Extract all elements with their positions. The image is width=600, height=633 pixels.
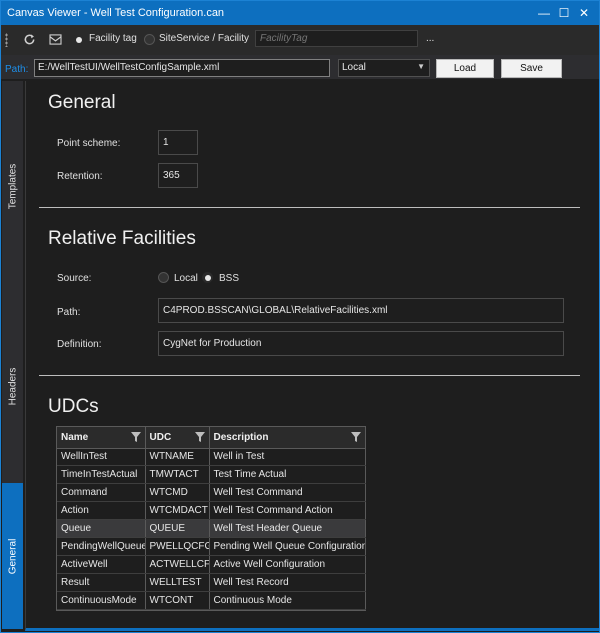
column-header-name[interactable]: Name bbox=[57, 427, 146, 449]
cell-name[interactable]: WellInTest bbox=[57, 448, 146, 467]
cell-description[interactable]: Continuous Mode bbox=[209, 591, 366, 610]
general-heading: General bbox=[48, 92, 116, 113]
column-header-udc-label: UDC bbox=[149, 431, 172, 443]
browse-ellipsis-button[interactable]: ... bbox=[426, 33, 434, 44]
source-bss-radio[interactable] bbox=[202, 272, 213, 283]
cell-name[interactable]: Queue bbox=[57, 519, 146, 538]
cell-description[interactable]: Well in Test bbox=[209, 448, 366, 467]
cell-description[interactable]: Well Test Header Queue bbox=[209, 519, 366, 538]
tab-templates[interactable]: Templates bbox=[2, 101, 23, 271]
maximize-button[interactable]: ☐ bbox=[555, 1, 573, 25]
cell-description[interactable]: Test Time Actual bbox=[209, 465, 366, 485]
definition-input[interactable]: CygNet for Production bbox=[158, 331, 564, 356]
cell-name[interactable]: Action bbox=[57, 501, 146, 521]
tab-templates-label: Templates bbox=[7, 163, 19, 209]
source-local-radio[interactable] bbox=[158, 272, 169, 283]
table-row[interactable]: WellInTest WTNAME Well in Test bbox=[57, 448, 366, 467]
siteservice-radio[interactable] bbox=[144, 34, 155, 45]
point-scheme-input[interactable]: 1 bbox=[158, 130, 198, 155]
siteservice-label: SiteService / Facility bbox=[159, 33, 250, 44]
column-header-description-label: Description bbox=[213, 431, 269, 443]
section-divider bbox=[39, 375, 580, 376]
cell-udc[interactable]: WTNAME bbox=[145, 448, 210, 467]
table-row[interactable]: ActiveWell ACTWELLCFG Active Well Config… bbox=[57, 555, 366, 574]
table-row[interactable]: Result WELLTEST Well Test Record bbox=[57, 573, 366, 592]
column-header-udc[interactable]: UDC bbox=[145, 427, 210, 449]
facility-tag-label: Facility tag bbox=[89, 33, 137, 44]
window-title: Canvas Viewer - Well Test Configuration.… bbox=[7, 7, 225, 19]
save-button[interactable]: Save bbox=[501, 59, 562, 78]
source-label: Source: bbox=[57, 273, 92, 284]
udc-grid: Name UDC Description WellInTest WTNAME W… bbox=[56, 426, 366, 611]
app-window: Canvas Viewer - Well Test Configuration.… bbox=[0, 0, 600, 633]
cell-description[interactable]: Well Test Record bbox=[209, 573, 366, 592]
column-header-name-label: Name bbox=[61, 431, 89, 443]
table-row[interactable]: Action WTCMDACT Well Test Command Action bbox=[57, 501, 366, 521]
source-bss-label: BSS bbox=[219, 273, 240, 284]
cell-name[interactable]: TimeInTestActual bbox=[57, 465, 146, 485]
table-row[interactable]: ContinuousMode WTCONT Continuous Mode bbox=[57, 591, 366, 610]
facility-tag-input[interactable] bbox=[255, 30, 418, 47]
cell-udc[interactable]: WTCMDACT bbox=[145, 501, 210, 521]
envelope-icon[interactable] bbox=[47, 31, 63, 47]
location-value: Local bbox=[342, 62, 366, 73]
cell-description[interactable]: Pending Well Queue Configuration bbox=[209, 537, 366, 556]
cell-name[interactable]: Command bbox=[57, 483, 146, 503]
cell-udc[interactable]: QUEUE bbox=[145, 519, 210, 538]
tab-headers[interactable]: Headers bbox=[2, 301, 23, 471]
cell-udc[interactable]: WTCONT bbox=[145, 591, 210, 610]
location-dropdown[interactable]: Local ▼ bbox=[338, 59, 430, 77]
facility-tag-radio[interactable] bbox=[73, 34, 84, 45]
cell-description[interactable]: Well Test Command Action bbox=[209, 501, 366, 521]
grid-header-row: Name UDC Description bbox=[57, 427, 366, 449]
toolbar-grip-icon[interactable] bbox=[5, 33, 8, 47]
tab-general-label: General bbox=[7, 538, 19, 574]
path-label: Path: bbox=[5, 64, 29, 75]
title-bar: Canvas Viewer - Well Test Configuration.… bbox=[1, 1, 599, 25]
retention-input[interactable]: 365 bbox=[158, 163, 198, 188]
tab-general[interactable]: General bbox=[2, 483, 23, 629]
filter-icon[interactable] bbox=[194, 432, 205, 442]
load-button[interactable]: Load bbox=[436, 59, 494, 78]
filter-icon[interactable] bbox=[130, 432, 141, 442]
point-scheme-label: Point scheme: bbox=[57, 138, 121, 149]
cell-name[interactable]: ActiveWell bbox=[57, 555, 146, 574]
table-row-selected[interactable]: Queue QUEUE Well Test Header Queue bbox=[57, 519, 366, 538]
retention-label: Retention: bbox=[57, 171, 103, 182]
cell-udc[interactable]: WELLTEST bbox=[145, 573, 210, 592]
tab-headers-label: Headers bbox=[7, 367, 18, 405]
cell-name[interactable]: ContinuousMode bbox=[57, 591, 146, 610]
cell-udc[interactable]: ACTWELLCFG bbox=[145, 555, 210, 574]
filter-icon[interactable] bbox=[350, 432, 361, 442]
udcs-heading: UDCs bbox=[48, 396, 99, 417]
column-header-description[interactable]: Description bbox=[209, 427, 366, 449]
close-button[interactable]: ✕ bbox=[575, 1, 593, 25]
minimize-button[interactable]: — bbox=[535, 1, 553, 25]
definition-label: Definition: bbox=[57, 339, 102, 350]
table-row[interactable]: TimeInTestActual TMWTACT Test Time Actua… bbox=[57, 465, 366, 485]
chevron-down-icon: ▼ bbox=[417, 62, 425, 71]
cell-udc[interactable]: PWELLQCFG bbox=[145, 537, 210, 556]
relative-facilities-heading: Relative Facilities bbox=[48, 228, 196, 249]
source-local-label: Local bbox=[174, 273, 198, 284]
table-row[interactable]: PendingWellQueue PWELLQCFG Pending Well … bbox=[57, 537, 366, 556]
cell-udc[interactable]: TMWTACT bbox=[145, 465, 210, 485]
cell-udc[interactable]: WTCMD bbox=[145, 483, 210, 503]
path-input[interactable]: E:/WellTestUI/WellTestConfigSample.xml bbox=[34, 59, 330, 77]
section-divider bbox=[39, 207, 580, 208]
cell-name[interactable]: Result bbox=[57, 573, 146, 592]
cell-description[interactable]: Well Test Command bbox=[209, 483, 366, 503]
relative-path-label: Path: bbox=[57, 307, 81, 318]
cell-description[interactable]: Active Well Configuration bbox=[209, 555, 366, 574]
relative-path-input[interactable]: C4PROD.BSSCAN\GLOBAL\RelativeFacilities.… bbox=[158, 298, 564, 323]
refresh-icon[interactable] bbox=[21, 31, 37, 47]
table-row[interactable]: Command WTCMD Well Test Command bbox=[57, 483, 366, 503]
cell-name[interactable]: PendingWellQueue bbox=[57, 537, 146, 556]
